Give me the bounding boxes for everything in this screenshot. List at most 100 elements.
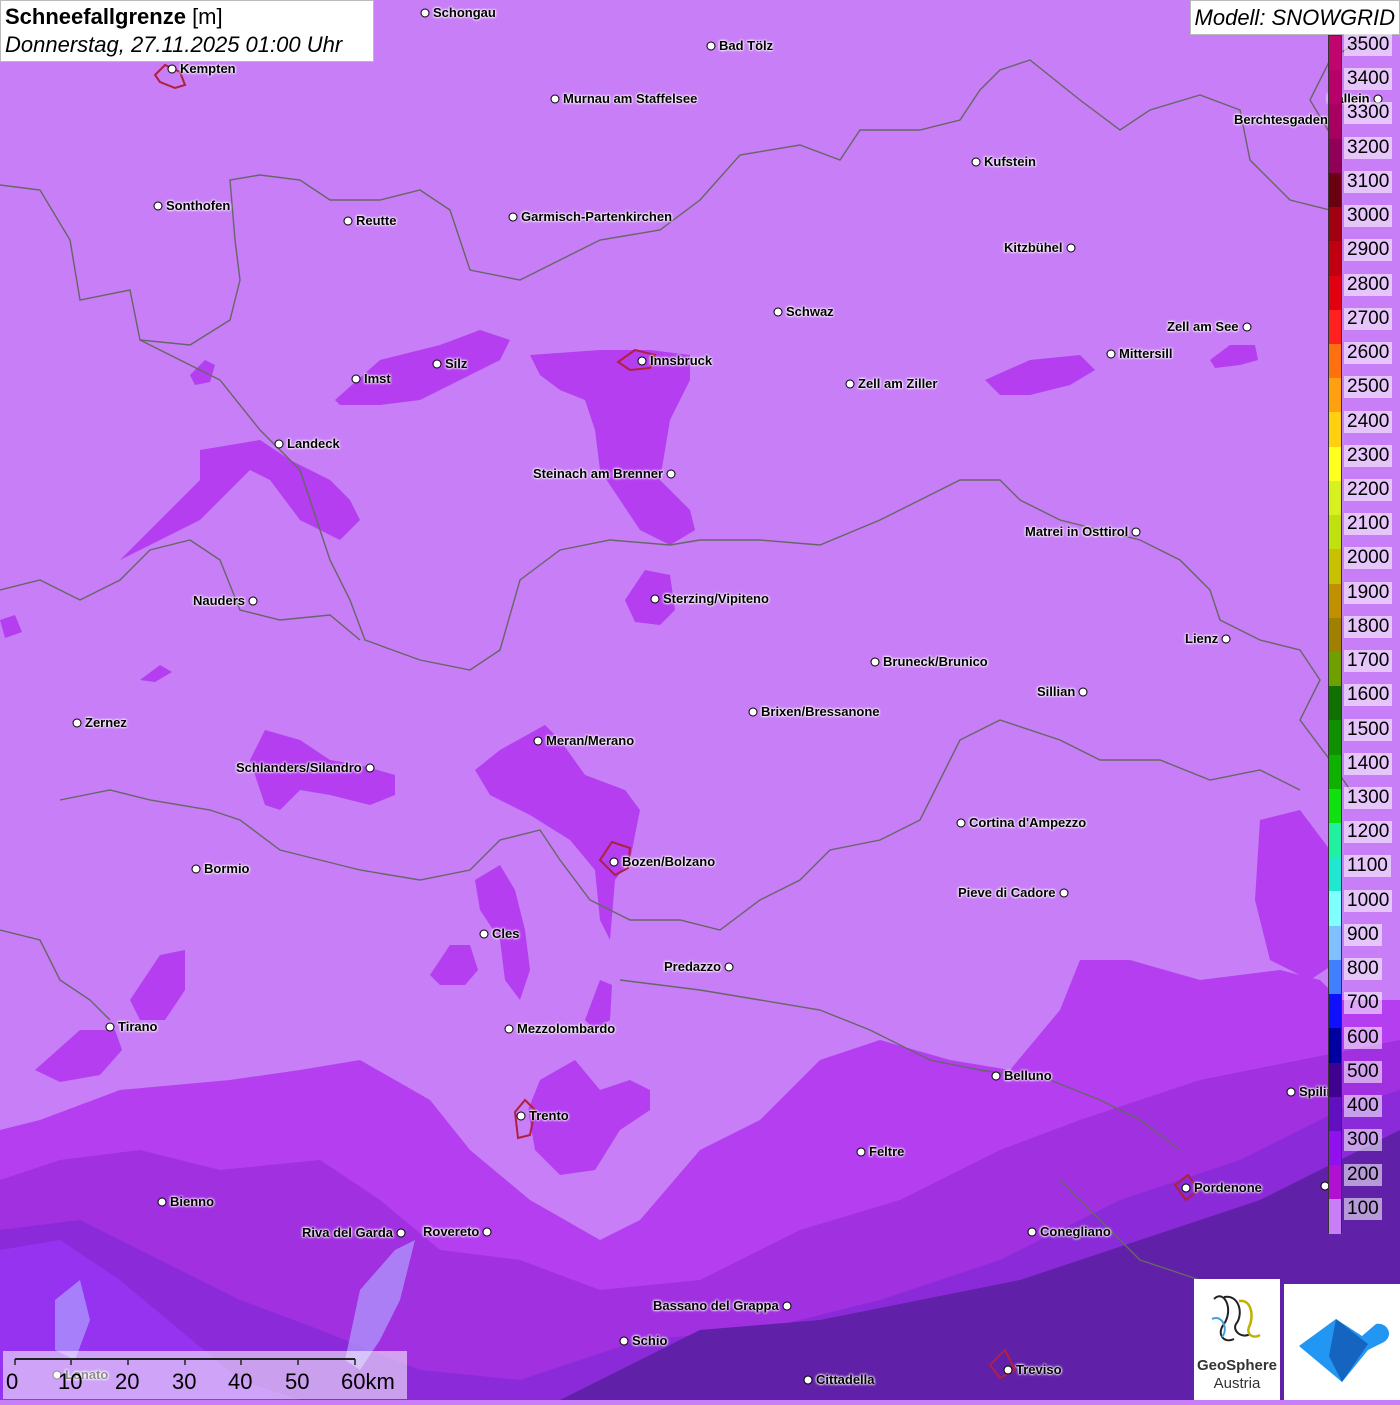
legend-label: 3400 bbox=[1344, 68, 1393, 91]
city-marker[interactable] bbox=[1181, 1183, 1191, 1193]
city-label: Cittadella bbox=[816, 1372, 875, 1387]
legend-label: 3300 bbox=[1344, 102, 1393, 125]
legend-label: 2800 bbox=[1344, 273, 1393, 296]
legend-label: 2300 bbox=[1344, 444, 1393, 467]
city-label: Kufstein bbox=[984, 154, 1036, 169]
city-label: Brixen/Bressanone bbox=[761, 704, 880, 719]
title-parameter: Schneefallgrenze bbox=[5, 4, 186, 29]
city-label: Bruneck/Brunico bbox=[883, 654, 988, 669]
city-marker[interactable] bbox=[666, 469, 676, 479]
geosphere-emblem-icon bbox=[1211, 1295, 1261, 1342]
title-unit: [m] bbox=[185, 4, 223, 29]
city-marker[interactable] bbox=[274, 439, 284, 449]
city-label: Pieve di Cadore bbox=[958, 885, 1056, 900]
city-marker[interactable] bbox=[365, 763, 375, 773]
city-label: Kempten bbox=[180, 61, 236, 76]
city-label: Sillian bbox=[1037, 684, 1076, 699]
legend-swatch bbox=[1329, 651, 1341, 687]
city-marker[interactable] bbox=[248, 596, 258, 606]
city-marker[interactable] bbox=[482, 1227, 492, 1237]
city-marker[interactable] bbox=[72, 718, 82, 728]
city-marker[interactable] bbox=[773, 307, 783, 317]
city-marker[interactable] bbox=[1242, 322, 1252, 332]
city-marker[interactable] bbox=[845, 379, 855, 389]
city-marker[interactable] bbox=[1066, 243, 1076, 253]
legend-swatch bbox=[1329, 549, 1341, 584]
legend-label: 2000 bbox=[1344, 547, 1393, 570]
city-marker[interactable] bbox=[724, 962, 734, 972]
city-marker[interactable] bbox=[619, 1336, 629, 1346]
legend-swatch bbox=[1329, 1028, 1341, 1063]
scale-label: 20 bbox=[115, 1369, 140, 1394]
city-label: Bienno bbox=[170, 1194, 215, 1209]
city-marker[interactable] bbox=[1221, 634, 1231, 644]
legend-swatch bbox=[1329, 1131, 1341, 1166]
legend-swatch bbox=[1329, 583, 1341, 618]
city-marker[interactable] bbox=[1078, 687, 1088, 697]
city-marker[interactable] bbox=[396, 1228, 406, 1238]
city-label: Schwaz bbox=[786, 304, 834, 319]
city-label: Murnau am Staffelsee bbox=[563, 91, 698, 106]
city-marker[interactable] bbox=[1106, 349, 1116, 359]
city-label: Matrei in Osttirol bbox=[1025, 524, 1129, 539]
city-label: Zell am See bbox=[1167, 319, 1239, 334]
city-marker[interactable] bbox=[516, 1111, 526, 1121]
cloud-arrow-icon bbox=[1299, 1319, 1390, 1382]
city-marker[interactable] bbox=[609, 857, 619, 867]
city-marker[interactable] bbox=[153, 201, 163, 211]
city-marker[interactable] bbox=[432, 359, 442, 369]
city-marker[interactable] bbox=[870, 657, 880, 667]
city-marker[interactable] bbox=[956, 818, 966, 828]
city-label: Innsbruck bbox=[650, 353, 713, 368]
legend-label: 2400 bbox=[1344, 410, 1393, 433]
legend-label: 1900 bbox=[1344, 581, 1393, 604]
city-marker[interactable] bbox=[167, 64, 177, 74]
legend-label: 2500 bbox=[1344, 376, 1393, 399]
legend-swatch bbox=[1329, 515, 1341, 550]
city-marker[interactable] bbox=[351, 374, 361, 384]
city-marker[interactable] bbox=[706, 41, 716, 51]
city-marker[interactable] bbox=[191, 864, 201, 874]
city-label: Trento bbox=[529, 1108, 569, 1123]
legend-label: 900 bbox=[1344, 923, 1382, 946]
city-marker[interactable] bbox=[550, 94, 560, 104]
city-marker[interactable] bbox=[343, 216, 353, 226]
legend-label: 1500 bbox=[1344, 718, 1393, 741]
city-marker[interactable] bbox=[533, 736, 543, 746]
city-marker[interactable] bbox=[637, 356, 647, 366]
city-marker[interactable] bbox=[1286, 1087, 1296, 1097]
city-marker[interactable] bbox=[782, 1301, 792, 1311]
city-marker[interactable] bbox=[748, 707, 758, 717]
city-marker[interactable] bbox=[803, 1375, 813, 1385]
scale-label: 40 bbox=[228, 1369, 253, 1394]
city-label: Cles bbox=[492, 926, 520, 941]
city-label: Schio bbox=[632, 1333, 668, 1348]
city-marker[interactable] bbox=[157, 1197, 167, 1207]
city-marker[interactable] bbox=[971, 157, 981, 167]
city-marker[interactable] bbox=[105, 1022, 115, 1032]
geosphere-logo[interactable]: GeoSphere Austria bbox=[1194, 1279, 1280, 1400]
city-label: Landeck bbox=[287, 436, 340, 451]
city-marker[interactable] bbox=[856, 1147, 866, 1157]
city-marker[interactable] bbox=[650, 594, 660, 604]
city-label: Reutte bbox=[356, 213, 397, 228]
city-marker[interactable] bbox=[1131, 527, 1141, 537]
legend-swatch bbox=[1329, 207, 1341, 242]
legend-swatch bbox=[1329, 1199, 1341, 1234]
city-label: Belluno bbox=[1004, 1068, 1052, 1083]
legend-swatch bbox=[1329, 480, 1341, 516]
city-marker[interactable] bbox=[420, 8, 430, 18]
city-marker[interactable] bbox=[504, 1024, 514, 1034]
legend-label: 2600 bbox=[1344, 342, 1393, 365]
city-marker[interactable] bbox=[991, 1071, 1001, 1081]
legend-swatch bbox=[1329, 378, 1341, 413]
legend-label: 800 bbox=[1344, 958, 1382, 981]
legend-label: 400 bbox=[1344, 1095, 1382, 1118]
city-marker[interactable] bbox=[508, 212, 518, 222]
city-marker[interactable] bbox=[1027, 1227, 1037, 1237]
city-label: Bozen/Bolzano bbox=[622, 854, 716, 869]
app-logo[interactable] bbox=[1284, 1284, 1400, 1400]
city-marker[interactable] bbox=[1003, 1365, 1013, 1375]
city-marker[interactable] bbox=[479, 929, 489, 939]
city-marker[interactable] bbox=[1059, 888, 1069, 898]
